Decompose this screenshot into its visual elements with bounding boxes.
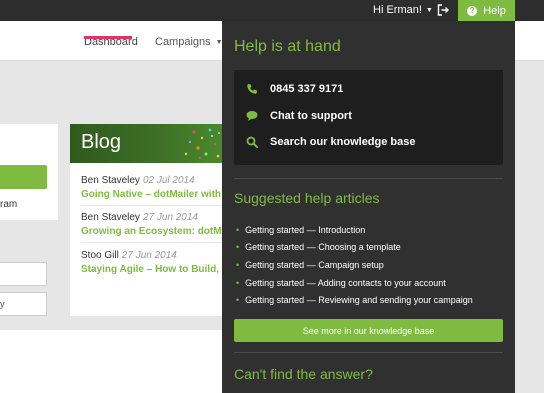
- post-author: Stoo Gill: [81, 250, 119, 261]
- post-title-link[interactable]: Going Native – dotMailer with: [81, 189, 221, 200]
- article-link[interactable]: • Getting started — Introduction: [236, 221, 473, 239]
- left-input-1[interactable]: [0, 262, 47, 286]
- bullet-icon: •: [236, 259, 240, 270]
- active-tab-indicator: [84, 36, 132, 39]
- cant-find-title: Can't find the answer?: [234, 366, 373, 382]
- article-label: Getting started — Campaign setup: [245, 259, 384, 270]
- suggested-articles-title: Suggested help articles: [234, 190, 380, 206]
- divider: [234, 178, 503, 179]
- contact-box: 0845 337 9171 Chat to support Search our…: [234, 70, 503, 165]
- bullet-icon: •: [236, 277, 240, 288]
- blog-header: Blog: [70, 124, 222, 163]
- bullet-icon: •: [236, 242, 240, 253]
- chevron-down-icon: ▼: [425, 7, 433, 14]
- bullet-icon: •: [236, 224, 240, 235]
- post-title-link[interactable]: Staying Agile – How to Build, T: [81, 264, 222, 275]
- blog-card: Blog Ben Staveley 02 Jul 2014 Going Nativ…: [70, 124, 222, 316]
- user-greeting: Hi Erman!: [373, 4, 422, 16]
- article-link[interactable]: • Getting started — Campaign setup: [236, 256, 473, 274]
- user-menu[interactable]: Hi Erman! ▼: [373, 4, 433, 16]
- divider: [81, 242, 222, 243]
- help-button-label: Help: [483, 4, 506, 17]
- article-link[interactable]: • Getting started — Choosing a template: [236, 239, 473, 257]
- nav-campaigns-label: Campaigns: [155, 36, 211, 48]
- article-link[interactable]: • Getting started — Reviewing and sending…: [236, 291, 473, 309]
- search-kb-label: Search our knowledge base: [270, 136, 416, 148]
- left-input-2[interactable]: y: [0, 292, 47, 316]
- search-icon: [246, 136, 258, 148]
- top-bar: Hi Erman! ▼ ? Help: [0, 0, 544, 21]
- bottom-panel: [0, 330, 222, 393]
- chat-support-link[interactable]: Chat to support: [246, 110, 352, 122]
- suggested-articles-list: • Getting started — Introduction • Getting…: [236, 221, 473, 309]
- see-more-button[interactable]: See more in our knowledge base: [234, 319, 503, 342]
- blog-header-graphic: [184, 128, 221, 159]
- phone-icon: [247, 84, 257, 94]
- help-panel: Help is at hand 0845 337 9171 Chat to su…: [222, 21, 515, 393]
- article-label: Getting started — Reviewing and sending …: [245, 295, 473, 306]
- blog-post: Ben Staveley 27 Jun 2014 Growing an Ecosy…: [81, 212, 222, 237]
- blog-post: Ben Staveley 02 Jul 2014 Going Native – d…: [81, 175, 221, 200]
- phone-number: 0845 337 9171: [270, 83, 344, 95]
- nav-campaigns[interactable]: Campaigns ▼: [155, 36, 223, 48]
- question-icon: ?: [467, 5, 478, 16]
- phone-row[interactable]: 0845 337 9171: [246, 83, 343, 95]
- blog-post: Stoo Gill 27 Jun 2014 Staying Agile – How…: [81, 250, 222, 275]
- logout-icon[interactable]: [437, 4, 449, 16]
- article-label: Getting started — Introduction: [245, 224, 366, 235]
- bullet-icon: •: [236, 295, 240, 306]
- article-label: Getting started — Adding contacts to you…: [245, 277, 446, 288]
- article-label: Getting started — Choosing a template: [245, 242, 401, 253]
- divider: [234, 352, 503, 353]
- chat-support-label: Chat to support: [270, 110, 352, 122]
- article-link[interactable]: • Getting started — Adding contacts to yo…: [236, 274, 473, 292]
- chat-icon: [246, 111, 258, 121]
- post-date: 27 Jun 2014: [121, 250, 177, 261]
- divider: [81, 205, 222, 206]
- post-date: 02 Jul 2014: [142, 175, 195, 186]
- post-date: 27 Jun 2014: [142, 212, 198, 223]
- post-author: Ben Staveley: [81, 212, 140, 223]
- left-action-button[interactable]: [0, 165, 47, 189]
- post-title-link[interactable]: Growing an Ecosystem: dotMai: [81, 226, 222, 237]
- help-panel-title: Help is at hand: [234, 38, 341, 55]
- search-kb-link[interactable]: Search our knowledge base: [246, 136, 416, 148]
- post-author: Ben Staveley: [81, 175, 140, 186]
- help-button[interactable]: ? Help: [458, 0, 515, 21]
- left-card-text: ram: [0, 199, 18, 210]
- blog-title: Blog: [81, 131, 122, 153]
